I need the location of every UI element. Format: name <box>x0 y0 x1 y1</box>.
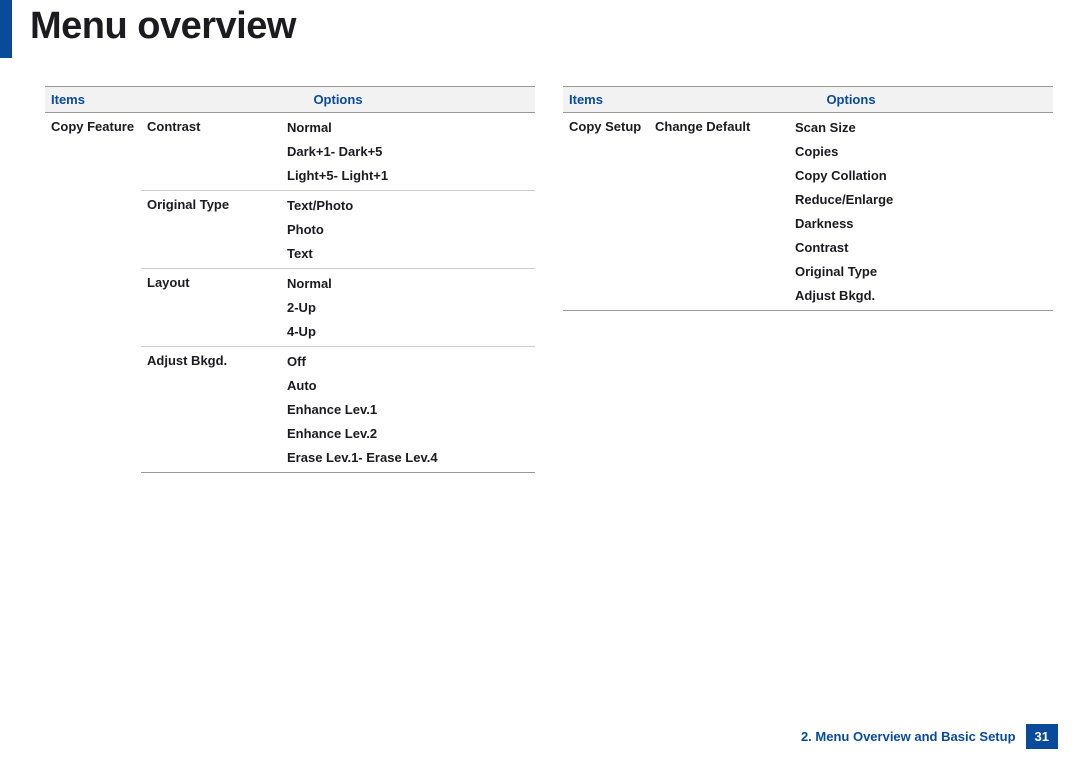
option-value: Text/Photo <box>287 197 529 221</box>
option-value: 4-Up <box>287 323 529 340</box>
content-area: Items Options Copy Feature Contrast Norm… <box>0 58 1080 473</box>
option-value: Copy Collation <box>795 167 1047 191</box>
footer-page-number: 31 <box>1026 724 1058 749</box>
options-cell: Scan Size Copies Copy Collation Reduce/E… <box>789 113 1053 311</box>
subitem-original-type: Original Type <box>141 191 281 269</box>
option-value: Photo <box>287 221 529 245</box>
page-footer: 2. Menu Overview and Basic Setup 31 <box>801 724 1058 749</box>
option-value: Reduce/Enlarge <box>795 191 1047 215</box>
subitem-layout: Layout <box>141 269 281 347</box>
option-value: Contrast <box>795 239 1047 263</box>
option-value: Enhance Lev.1 <box>287 401 529 425</box>
footer-section: 2. Menu Overview and Basic Setup <box>801 729 1026 744</box>
page-title: Menu overview <box>30 5 1080 48</box>
option-value: Text <box>287 245 529 262</box>
option-value: Darkness <box>795 215 1047 239</box>
subitem-contrast: Contrast <box>141 113 281 191</box>
option-value: Enhance Lev.2 <box>287 425 529 449</box>
item-copy-feature: Copy Feature <box>45 113 141 473</box>
option-value: Normal <box>287 119 529 143</box>
table-row: Copy Feature Contrast Normal Dark+1- Dar… <box>45 113 535 191</box>
option-value: Dark+1- Dark+5 <box>287 143 529 167</box>
option-value: Copies <box>795 143 1047 167</box>
options-cell: Text/Photo Photo Text <box>281 191 535 269</box>
option-value: Auto <box>287 377 529 401</box>
option-value: 2-Up <box>287 299 529 323</box>
col-header-options: Options <box>649 87 1053 113</box>
col-header-items: Items <box>45 87 141 113</box>
item-copy-setup: Copy Setup <box>563 113 649 311</box>
option-value: Light+5- Light+1 <box>287 167 529 184</box>
option-value: Scan Size <box>795 119 1047 143</box>
option-value: Adjust Bkgd. <box>795 287 1047 304</box>
left-column: Items Options Copy Feature Contrast Norm… <box>45 86 535 473</box>
option-value: Original Type <box>795 263 1047 287</box>
table-row: Copy Setup Change Default Scan Size Copi… <box>563 113 1053 311</box>
copy-setup-table: Items Options Copy Setup Change Default … <box>563 86 1053 311</box>
col-header-items: Items <box>563 87 649 113</box>
options-cell: Normal 2-Up 4-Up <box>281 269 535 347</box>
options-cell: Normal Dark+1- Dark+5 Light+5- Light+1 <box>281 113 535 191</box>
option-value: Off <box>287 353 529 377</box>
copy-feature-table: Items Options Copy Feature Contrast Norm… <box>45 86 535 473</box>
option-value: Normal <box>287 275 529 299</box>
options-cell: Off Auto Enhance Lev.1 Enhance Lev.2 Era… <box>281 347 535 473</box>
page-header: Menu overview <box>0 0 1080 58</box>
right-column: Items Options Copy Setup Change Default … <box>563 86 1053 473</box>
subitem-adjust-bkgd: Adjust Bkgd. <box>141 347 281 473</box>
option-value: Erase Lev.1- Erase Lev.4 <box>287 449 529 466</box>
subitem-change-default: Change Default <box>649 113 789 311</box>
col-header-options: Options <box>141 87 535 113</box>
